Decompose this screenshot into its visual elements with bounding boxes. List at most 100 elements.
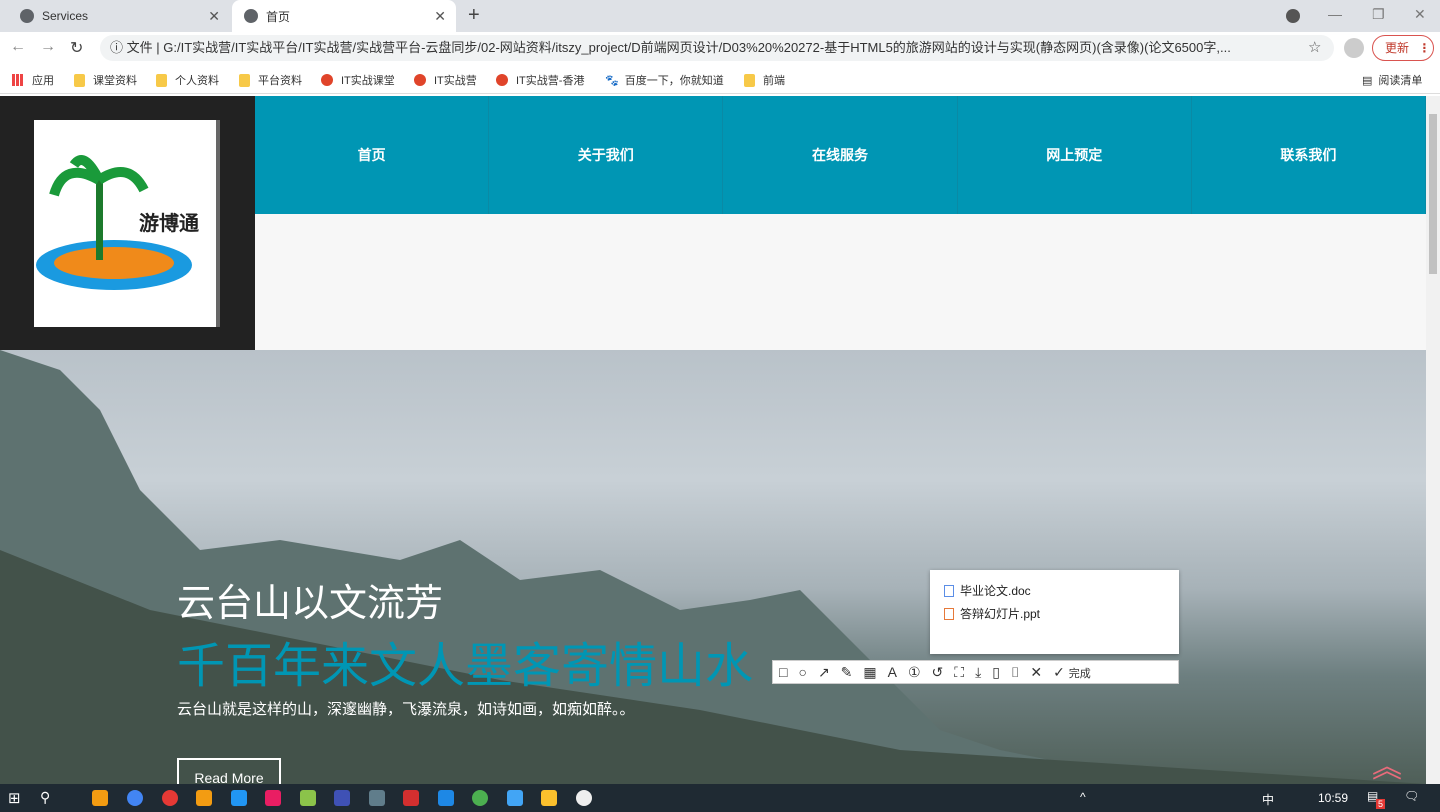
bookmark-item[interactable]: IT实战课堂 (321, 72, 395, 88)
maximize-button[interactable]: ❐ (1372, 6, 1385, 23)
ide-icon[interactable] (334, 790, 350, 806)
bookmark-item[interactable]: 课堂资料 (74, 72, 137, 88)
file-item[interactable]: 毕业论文.doc (944, 582, 1165, 599)
scrollbar-thumb[interactable] (1429, 114, 1437, 274)
qq-icon[interactable] (576, 790, 592, 806)
nav-home[interactable]: 首页 (255, 96, 490, 214)
hero-banner: 云台山以文流芳 千百年来文人墨客寄情山水 云台山就是这样的山，深邃幽静，飞瀑流泉… (0, 350, 1426, 784)
avatar[interactable] (1344, 38, 1364, 58)
minimize-button[interactable]: — (1328, 6, 1342, 22)
back-button[interactable]: ← (10, 38, 26, 56)
file-explorer-icon[interactable] (541, 790, 557, 806)
folder-icon (744, 73, 755, 87)
ocr-icon[interactable]: ⛶ (954, 664, 964, 681)
rectangle-icon[interactable]: □ (779, 664, 787, 680)
bookmark-item[interactable]: 🐾 百度一下，你就知道 (605, 72, 724, 88)
close-tab-icon[interactable]: ✕ (208, 8, 220, 25)
action-center-icon[interactable]: 🗨 (1404, 789, 1419, 803)
bookmarks-bar: 应用 课堂资料 个人资料 平台资料 IT实战课堂 IT实战营 IT实战营-香港 … (0, 64, 1440, 94)
ppt-file-icon (944, 607, 954, 620)
search-icon[interactable]: ⚲ (40, 789, 50, 806)
app-icon[interactable] (507, 790, 523, 806)
taskbar: ⊞ ⚲ ^ 中 10:59 ▤ 5 🗨 (0, 784, 1440, 812)
tab-home[interactable]: 首页 ✕ (232, 0, 456, 32)
chrome-icon (321, 74, 333, 86)
app-icon[interactable] (92, 790, 108, 806)
bookmark-icon[interactable]: ⌷ (1011, 664, 1019, 681)
site-logo[interactable]: 游博通 (34, 120, 220, 327)
scrollbar[interactable] (1426, 96, 1440, 784)
bookmark-item[interactable]: 个人资料 (156, 72, 219, 88)
done-button[interactable]: ✓ 完成 (1053, 664, 1091, 681)
info-icon: ⓘ (110, 40, 127, 55)
profile-menu-icon[interactable] (1286, 9, 1300, 23)
address-bar[interactable]: ⓘ 文件 | G:/IT实战营/IT实战平台/IT实战营/实战营平台-云盘同步/… (100, 35, 1334, 61)
browser-toolbar: ← → ↻ ⓘ 文件 | G:/IT实战营/IT实战平台/IT实战营/实战营平台… (0, 32, 1440, 64)
folder-icon (156, 73, 167, 87)
undo-icon[interactable]: ↺ (932, 664, 944, 681)
app-icon[interactable] (196, 790, 212, 806)
folder-icon (74, 73, 85, 87)
wps-icon[interactable] (403, 790, 419, 806)
notification-badge: 5 (1376, 799, 1386, 809)
nav-booking[interactable]: 网上预定 (958, 96, 1192, 214)
reading-list[interactable]: ▤ 阅读清单 (1362, 72, 1422, 88)
show-hidden-icon[interactable]: ^ (1080, 790, 1086, 804)
app-icon[interactable] (438, 790, 454, 806)
clock[interactable]: 10:59 (1318, 791, 1348, 805)
app-icon[interactable] (231, 790, 247, 806)
close-tab-icon[interactable]: ✕ (434, 8, 446, 25)
download-icon[interactable]: ⤓ (975, 664, 981, 681)
hero-description: 云台山就是这样的山，深邃幽静，飞瀑流泉，如诗如画，如痴如醉。。 (177, 701, 635, 718)
app-icon[interactable] (300, 790, 316, 806)
new-tab-button[interactable]: + (468, 4, 480, 27)
folder-icon (239, 73, 250, 87)
palm-island-logo: 游博通 (36, 155, 199, 290)
file-popup: 毕业论文.doc 答辩幻灯片.ppt (930, 570, 1179, 654)
star-icon[interactable]: ☆ (1308, 38, 1321, 56)
close-window-button[interactable]: ✕ (1414, 6, 1426, 23)
bookmark-apps[interactable]: 应用 (12, 72, 54, 88)
file-item[interactable]: 答辩幻灯片.ppt (944, 605, 1165, 622)
nav-services[interactable]: 在线服务 (723, 96, 958, 214)
bookmark-item[interactable]: 前端 (744, 72, 785, 88)
web-page: 游博通 首页 关于我们 在线服务 网上预定 联系我们 云台山以文流芳 千百年来文… (0, 96, 1426, 784)
tab-services[interactable]: Services ✕ (8, 0, 230, 32)
bookmark-item[interactable]: 平台资料 (239, 72, 302, 88)
nav-contact[interactable]: 联系我们 (1192, 96, 1426, 214)
nav-about[interactable]: 关于我们 (489, 96, 724, 214)
bookmark-item[interactable]: IT实战营-香港 (496, 72, 584, 88)
tab-bar: Services ✕ 首页 ✕ + — ❐ ✕ (0, 0, 1440, 32)
apps-icon (12, 74, 24, 86)
app-icon[interactable] (265, 790, 281, 806)
forward-button[interactable]: → (40, 38, 56, 56)
pin-icon[interactable]: ▯ (992, 664, 1000, 681)
header-blank (255, 214, 1426, 350)
windows-start-icon[interactable]: ⊞ (8, 789, 21, 807)
wechat-icon[interactable] (472, 790, 488, 806)
ime-indicator[interactable]: 中 (1262, 791, 1274, 808)
svg-text:游博通: 游博通 (139, 211, 199, 235)
weibo-icon[interactable] (162, 790, 178, 806)
mosaic-icon[interactable]: ▦ (863, 664, 876, 681)
text-icon[interactable]: A (888, 664, 897, 680)
cancel-icon[interactable]: ✕ (1030, 664, 1042, 681)
update-button[interactable]: 更新 ⋮ (1372, 35, 1434, 61)
reload-button[interactable]: ↻ (70, 38, 83, 58)
hero-subtitle: 千百年来文人墨客寄情山水 (177, 640, 754, 693)
pencil-icon[interactable]: ✎ (841, 664, 853, 681)
hero-title: 云台山以文流芳 (177, 583, 444, 625)
number-icon[interactable]: ① (908, 664, 921, 681)
main-nav: 首页 关于我们 在线服务 网上预定 联系我们 (255, 96, 1426, 214)
logo-area: 游博通 (0, 96, 255, 350)
settings-icon[interactable] (369, 790, 385, 806)
read-more-button[interactable]: Read More (177, 758, 281, 784)
circle-icon[interactable]: ○ (798, 664, 806, 680)
bookmark-item[interactable]: IT实战营 (414, 72, 477, 88)
chrome-icon[interactable] (127, 790, 143, 806)
arrow-icon[interactable]: ↗ (818, 664, 830, 681)
globe-icon (20, 9, 34, 23)
globe-icon (244, 9, 258, 23)
back-to-top-icon[interactable]: ︽ (1372, 742, 1402, 786)
screenshot-toolbar: □ ○ ↗ ✎ ▦ A ① ↺ ⛶ ⤓ ▯ ⌷ ✕ ✓ 完成 (772, 660, 1179, 684)
